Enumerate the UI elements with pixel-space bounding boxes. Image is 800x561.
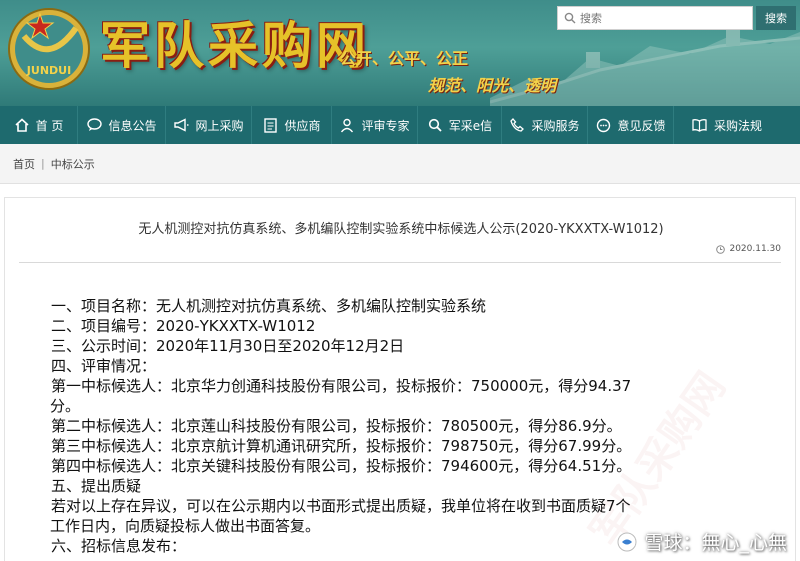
nav-item-services[interactable]: 采购服务 <box>502 106 588 144</box>
announcement-article: 军队采购网 无人机测控对抗仿真系统、多机编队控制实验系统中标候选人公示(2020… <box>4 197 796 561</box>
nav-item-feedback[interactable]: 意见反馈 <box>588 106 674 144</box>
nav-item-label: 信息公告 <box>108 118 157 133</box>
body-line: 第三中标候选人：北京京航计算机通讯研究所，投标报价：798750元，得分67.9… <box>51 437 632 455</box>
search-icon <box>564 12 576 24</box>
document-icon <box>262 117 278 133</box>
snowball-icon <box>617 532 637 551</box>
body-line: 第二中标候选人：北京莲山科技股份有限公司，投标报价：780500元，得分86.9… <box>51 417 622 435</box>
clock-icon <box>716 244 726 254</box>
nav-item-label: 意见反馈 <box>617 118 666 133</box>
megaphone-icon <box>173 117 189 133</box>
nav-item-label: 网上采购 <box>195 118 244 133</box>
title-divider <box>19 262 781 263</box>
article-title: 无人机测控对抗仿真系统、多机编队控制实验系统中标候选人公示(2020-YKXXT… <box>138 222 664 237</box>
watermark-text: 雪球：無心_心無 <box>644 532 787 554</box>
home-icon <box>14 117 30 133</box>
search-icon <box>427 117 443 133</box>
army-logo: JUNDUI <box>8 8 90 90</box>
breadcrumb-current[interactable]: 中标公示 <box>51 156 95 172</box>
breadcrumb-separator: | <box>41 157 45 170</box>
body-line: 第四中标候选人：北京关键科技股份有限公司，投标报价：794600元，得分64.5… <box>51 457 632 475</box>
nav-item-experts[interactable]: 评审专家 <box>332 106 418 144</box>
nav-item-label: 采购法规 <box>713 118 762 133</box>
nav-item-announcements[interactable]: 信息公告 <box>78 106 166 144</box>
body-line: 若对以上存在异议，可以在公示期内以书面形式提出质疑，我单位将在收到书面质疑7个 <box>51 497 631 515</box>
breadcrumb: 首页 | 中标公示 <box>0 144 800 184</box>
article-date: 2020.11.30 <box>716 244 781 254</box>
body-line: 分。 <box>50 397 81 415</box>
nav-item-suppliers[interactable]: 供应商 <box>252 106 332 144</box>
nav-item-label: 评审专家 <box>361 118 410 133</box>
chat-icon <box>86 117 102 133</box>
xueqiu-watermark: 雪球：無心_心無 <box>616 528 787 555</box>
body-line: 五、提出质疑 <box>51 477 142 495</box>
search-button[interactable]: 搜索 <box>756 6 796 30</box>
nav-item-home[interactable]: 首 页 <box>0 106 78 144</box>
search-field[interactable] <box>557 6 753 30</box>
body-line: 一、项目名称：无人机测控对抗仿真系统、多机编队控制实验系统 <box>51 297 487 315</box>
user-icon <box>339 117 355 133</box>
nav-item-label: 首 页 <box>35 118 64 133</box>
phone-icon <box>509 117 525 133</box>
comment-icon <box>595 117 611 133</box>
nav-item-online-purchase[interactable]: 网上采购 <box>166 106 252 144</box>
article-date-text: 2020.11.30 <box>729 244 781 254</box>
body-line: 第一中标候选人：北京华力创通科技股份有限公司，投标报价：750000元，得分94… <box>51 377 632 395</box>
site-title: 军队采购网 <box>100 16 370 75</box>
site-header: JUNDUI 军队采购网 公开、公平、公正 规范、阳光、透明 搜索 <box>0 0 800 106</box>
main-nav: 首 页 信息公告 网上采购 供应商 评审专家 军采e信 采购服务 意见反馈 采购… <box>0 106 800 144</box>
body-line: 三、公示时间：2020年11月30日至2020年12月2日 <box>51 337 405 355</box>
nav-item-regulations[interactable]: 采购法规 <box>674 106 780 144</box>
nav-item-label: 军采e信 <box>448 118 493 133</box>
logo-text: JUNDUI <box>26 64 71 77</box>
nav-item-e-letter[interactable]: 军采e信 <box>418 106 502 144</box>
breadcrumb-home-link[interactable]: 首页 <box>13 156 35 172</box>
search-input[interactable] <box>580 11 740 25</box>
nav-item-label: 采购服务 <box>531 118 580 133</box>
nav-item-label: 供应商 <box>284 118 321 133</box>
slogan-line-1: 公开、公平、公正 <box>340 49 469 68</box>
body-line: 四、评审情况： <box>51 357 157 375</box>
slogan-line-2: 规范、阳光、透明 <box>428 76 557 95</box>
article-body: 一、项目名称：无人机测控对抗仿真系统、多机编队控制实验系统 二、项目编号：202… <box>50 296 771 556</box>
book-icon <box>692 117 708 133</box>
body-line: 二、项目编号：2020-YKXXTX-W1012 <box>51 317 316 335</box>
